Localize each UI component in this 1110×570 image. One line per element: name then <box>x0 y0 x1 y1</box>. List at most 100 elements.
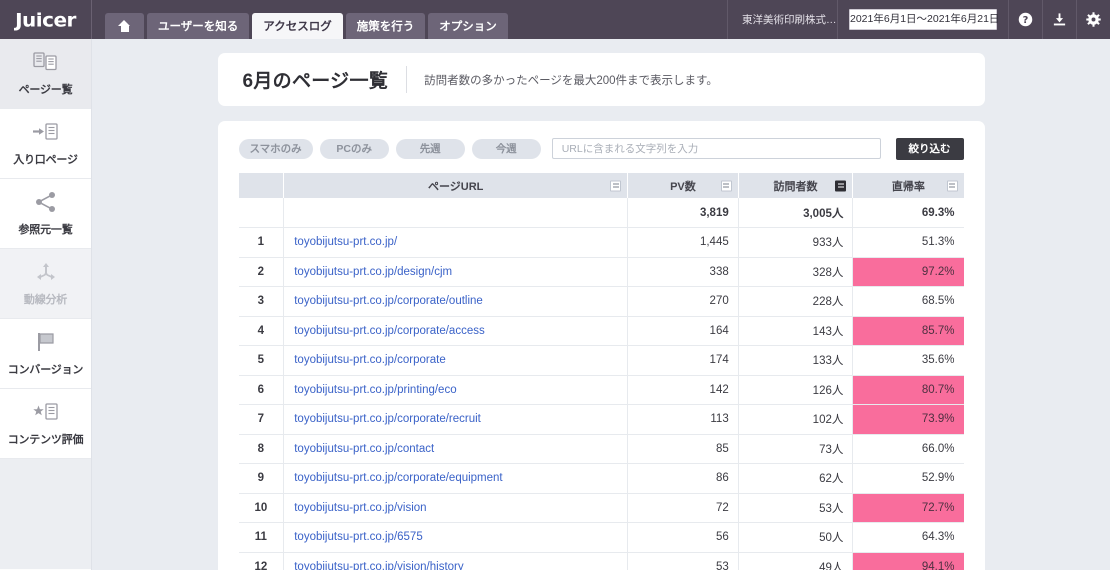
filter-chip-smartphone-only[interactable]: スマホのみ <box>238 138 313 159</box>
row-url-cell: toyobijutsu-prt.co.jp/vision <box>283 493 629 523</box>
company-selector[interactable]: 東洋美術印刷株式… <box>727 0 837 39</box>
row-url-link[interactable]: toyobijutsu-prt.co.jp/design/cjm <box>294 266 452 278</box>
row-visitors: 73人 <box>738 434 854 464</box>
th-pv[interactable]: PV数 <box>627 173 739 198</box>
left-sidebar: ページー覧 入り口ページ 参照元一覧 動線分析 コンバージョン コンテンツ評価 <box>0 39 92 570</box>
th-page-url[interactable]: ページURL <box>283 173 629 198</box>
sort-icon-page-url[interactable] <box>610 180 622 191</box>
row-url-link[interactable]: toyobijutsu-prt.co.jp/corporate/recruit <box>294 413 481 425</box>
row-url-link[interactable]: toyobijutsu-prt.co.jp/contact <box>294 443 434 455</box>
app-logo-text: Juicer <box>15 8 76 31</box>
table-row[interactable]: 7 toyobijutsu-prt.co.jp/corporate/recruit… <box>238 404 964 435</box>
th-bounce-rate[interactable]: 直帰率 <box>852 173 964 198</box>
filter-chip-pc-only[interactable]: PCのみ <box>319 138 389 159</box>
pages-table-body: 3,819 3,005人 69.3% 1 toyobijutsu-prt.co.j… <box>238 198 964 570</box>
row-pv: 85 <box>627 434 739 464</box>
sort-icon-visitors[interactable] <box>835 180 847 191</box>
row-visitors: 102人 <box>738 404 854 435</box>
table-row[interactable]: 10 toyobijutsu-prt.co.jp/vision 72 53人 72.7% <box>238 493 964 523</box>
row-url-link[interactable]: toyobijutsu-prt.co.jp/vision/history <box>294 561 463 570</box>
filter-chip-last-week[interactable]: 先週 <box>395 138 465 159</box>
table-row[interactable]: 8 toyobijutsu-prt.co.jp/contact 85 73人 66.0% <box>238 434 964 464</box>
row-url-link[interactable]: toyobijutsu-prt.co.jp/printing/eco <box>294 384 456 396</box>
nav-tab-home[interactable] <box>105 13 144 39</box>
sidebar-item-flow-analysis[interactable]: 動線分析 <box>0 249 91 319</box>
nav-tab-know-users[interactable]: ユーザーを知る <box>147 13 250 39</box>
settings-button[interactable] <box>1076 0 1110 39</box>
table-row[interactable]: 2 toyobijutsu-prt.co.jp/design/cjm 338 328人… <box>238 257 964 287</box>
table-row[interactable]: 4 toyobijutsu-prt.co.jp/corporate/access 1… <box>238 316 964 346</box>
row-url-link[interactable]: toyobijutsu-prt.co.jp/corporate/access <box>294 325 484 337</box>
sidebar-item-referrers[interactable]: 参照元一覧 <box>0 179 91 249</box>
totals-pv: 3,819 <box>627 198 739 228</box>
download-button[interactable] <box>1042 0 1076 39</box>
table-row[interactable]: 11 toyobijutsu-prt.co.jp/6575 56 50人 64.3% <box>238 522 964 553</box>
header-right-group: 東洋美術印刷株式… 2021年6月1日〜2021年6月21日 ? <box>727 0 1110 39</box>
sidebar-item-entry-page[interactable]: 入り口ページ <box>0 109 91 179</box>
row-url-link[interactable]: toyobijutsu-prt.co.jp/ <box>294 236 397 248</box>
flag-icon <box>34 330 58 354</box>
main-nav-tabs: ユーザーを知る アクセスログ 施策を行う オプション <box>92 0 508 39</box>
row-pv: 56 <box>627 522 739 553</box>
nav-tab-access-log[interactable]: アクセスログ <box>252 13 343 39</box>
row-rank: 1 <box>238 227 285 258</box>
row-url-cell: toyobijutsu-prt.co.jp/corporate/recruit <box>283 404 629 435</box>
sidebar-item-content-eval[interactable]: コンテンツ評価 <box>0 389 91 459</box>
row-pv: 72 <box>627 493 739 523</box>
table-row[interactable]: 3 toyobijutsu-prt.co.jp/corporate/outline… <box>238 286 964 317</box>
row-rank: 12 <box>238 552 285 570</box>
row-bounce-rate: 85.7% <box>852 316 964 346</box>
page-header-panel: 6月のページ一覧 訪問者数の多かったページを最大200件まで表示します。 <box>217 53 985 106</box>
row-url-link[interactable]: toyobijutsu-prt.co.jp/corporate/equipmen… <box>294 472 502 484</box>
row-pv: 53 <box>627 552 739 570</box>
table-row[interactable]: 12 toyobijutsu-prt.co.jp/vision/history 53… <box>238 552 964 570</box>
sidebar-item-conversion-label: コンバージョン <box>7 364 84 376</box>
filter-bar: スマホのみ PCのみ 先週 今週 絞り込む <box>238 136 964 161</box>
row-url-cell: toyobijutsu-prt.co.jp/vision/history <box>283 552 629 570</box>
row-rank: 10 <box>238 493 285 523</box>
row-url-link[interactable]: toyobijutsu-prt.co.jp/vision <box>294 502 426 514</box>
sort-icon-bounce-rate[interactable] <box>946 180 958 191</box>
pages-table-panel: スマホのみ PCのみ 先週 今週 絞り込む ページURL PV数 <box>217 121 985 570</box>
date-range-picker[interactable]: 2021年6月1日〜2021年6月21日 <box>849 9 999 30</box>
row-visitors: 933人 <box>738 227 854 258</box>
pages-table-header: ページURL PV数 訪問者数 直帰率 <box>238 173 964 198</box>
sidebar-item-flow-analysis-label: 動線分析 <box>23 294 68 306</box>
nav-tab-take-action[interactable]: 施策を行う <box>345 13 426 39</box>
table-row[interactable]: 9 toyobijutsu-prt.co.jp/corporate/equipme… <box>238 463 964 494</box>
row-pv: 164 <box>627 316 739 346</box>
row-visitors: 133人 <box>738 345 854 376</box>
sidebar-item-pages[interactable]: ページー覧 <box>0 39 91 109</box>
sidebar-item-content-eval-label: コンテンツ評価 <box>7 434 84 446</box>
sidebar-item-conversion[interactable]: コンバージョン <box>0 319 91 389</box>
entry-page-icon <box>32 120 60 144</box>
app-logo[interactable]: Juicer <box>0 0 92 39</box>
filter-chip-this-week[interactable]: 今週 <box>471 138 541 159</box>
row-visitors: 328人 <box>738 257 854 287</box>
help-icon: ? <box>1018 12 1033 27</box>
row-bounce-rate: 94.1% <box>852 552 964 570</box>
help-button[interactable]: ? <box>1008 0 1042 39</box>
row-url-link[interactable]: toyobijutsu-prt.co.jp/6575 <box>294 531 423 543</box>
sort-icon-pv[interactable] <box>720 180 732 191</box>
url-search-input[interactable] <box>551 138 881 159</box>
apply-filter-button[interactable]: 絞り込む <box>895 137 964 160</box>
table-row[interactable]: 5 toyobijutsu-prt.co.jp/corporate 174 133人 3… <box>238 345 964 376</box>
th-visitors[interactable]: 訪問者数 <box>738 173 854 198</box>
nav-tab-options[interactable]: オプション <box>428 13 508 39</box>
row-url-link[interactable]: toyobijutsu-prt.co.jp/corporate <box>294 354 446 366</box>
row-visitors: 49人 <box>738 552 854 570</box>
sidebar-item-referrers-label: 参照元一覧 <box>18 224 73 236</box>
row-pv: 174 <box>627 345 739 376</box>
table-row[interactable]: 6 toyobijutsu-prt.co.jp/printing/eco 142 12… <box>238 375 964 405</box>
row-url-cell: toyobijutsu-prt.co.jp/corporate/equipmen… <box>283 463 629 494</box>
row-url-cell: toyobijutsu-prt.co.jp/corporate/access <box>283 316 629 346</box>
row-pv: 270 <box>627 286 739 317</box>
table-row[interactable]: 1 toyobijutsu-prt.co.jp/1,445 933人 51.3% <box>238 227 964 258</box>
row-bounce-rate: 35.6% <box>852 345 964 376</box>
row-url-link[interactable]: toyobijutsu-prt.co.jp/corporate/outline <box>294 295 483 307</box>
home-icon <box>118 20 131 32</box>
row-visitors: 62人 <box>738 463 854 494</box>
row-rank: 11 <box>238 522 285 553</box>
row-visitors: 126人 <box>738 375 854 405</box>
